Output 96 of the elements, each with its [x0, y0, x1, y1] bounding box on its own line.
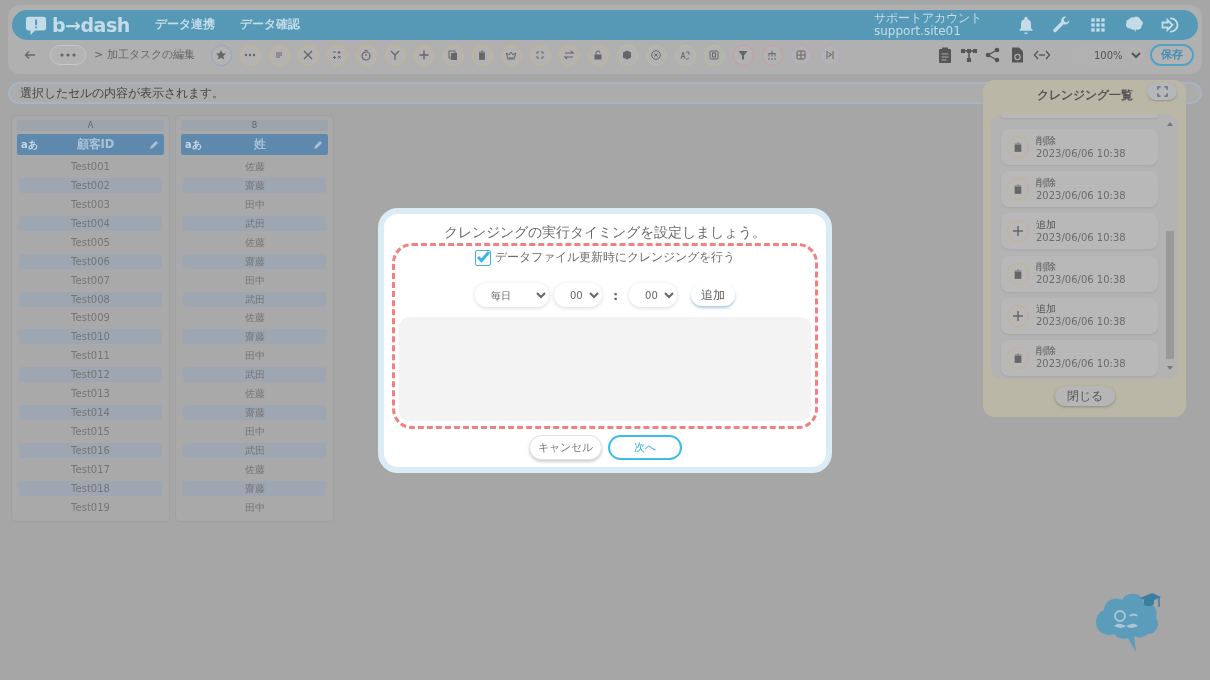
- bracket-icon[interactable]: [708, 49, 721, 61]
- back-arrow-icon[interactable]: [24, 49, 36, 61]
- action-label: 追加: [1036, 217, 1057, 231]
- table-cell[interactable]: 齋藤: [183, 405, 326, 421]
- table-cell[interactable]: Test014: [19, 405, 162, 421]
- crown-icon[interactable]: [505, 49, 518, 61]
- pencil-icon[interactable]: [312, 138, 324, 151]
- dialog-title: クレンジングの実行タイミングを設定しましょう。: [443, 223, 767, 242]
- table-cell[interactable]: Test016: [19, 443, 162, 458]
- login-icon[interactable]: [1160, 15, 1180, 35]
- breadcrumb: > 加工タスクの編集: [94, 46, 195, 63]
- table-cell[interactable]: 齋藤: [183, 329, 326, 345]
- clipboard-icon[interactable]: [936, 46, 954, 64]
- plus-icon: [1012, 309, 1024, 322]
- table-cell[interactable]: Test002: [19, 177, 162, 193]
- filter-icon[interactable]: [737, 49, 750, 61]
- close-button[interactable]: 閉じる: [1054, 386, 1115, 406]
- table-cell[interactable]: Test012: [19, 367, 162, 383]
- table-cell[interactable]: 齋藤: [183, 177, 326, 193]
- plus-icon: [1012, 225, 1024, 238]
- bell-icon[interactable]: [1016, 15, 1036, 35]
- checkbox-label: データファイル更新時にクレンジングを行う: [495, 249, 735, 267]
- type-label: aあ: [21, 138, 39, 152]
- next-button[interactable]: 次へ: [607, 435, 682, 461]
- timestamp: 2023/06/06 10:38: [1036, 315, 1126, 330]
- action-label: 削除: [1036, 260, 1057, 274]
- column-header[interactable]: aあ 顧客ID: [17, 134, 164, 155]
- merge-icon[interactable]: [389, 49, 402, 61]
- copy-icon[interactable]: [447, 49, 460, 61]
- pencil-icon[interactable]: [148, 138, 160, 151]
- column-name: 姓: [252, 135, 267, 153]
- minute-select[interactable]: 00: [629, 283, 678, 308]
- more-button[interactable]: [50, 45, 86, 65]
- time-separator: :: [612, 286, 619, 305]
- history-item[interactable]: 削除 2023/06/06 10:38: [1001, 255, 1158, 292]
- sitemap-icon[interactable]: [766, 49, 779, 61]
- trash-icon: [1012, 183, 1024, 196]
- column-name: 顧客ID: [75, 135, 116, 153]
- history-item[interactable]: 削除 2023/06/06 10:38: [1001, 171, 1158, 208]
- timestamp: 2023/06/06 10:38: [1036, 188, 1126, 203]
- speech-bubble-icon: [24, 14, 48, 36]
- trash-icon: [1012, 351, 1024, 364]
- action-label: 削除: [1036, 344, 1057, 358]
- panel-title: クレンジング一覧: [1035, 87, 1134, 101]
- timer-icon[interactable]: [360, 49, 373, 61]
- lock-icon[interactable]: [592, 49, 605, 61]
- timestamp: 2023/06/06 10:38: [1036, 357, 1126, 372]
- plus-icon[interactable]: [418, 49, 431, 61]
- type-label: aあ: [185, 138, 203, 152]
- table-cell[interactable]: 齋藤: [183, 480, 326, 496]
- star-icon[interactable]: [215, 49, 228, 61]
- history-item[interactable]: 追加 2023/06/06 10:38: [1001, 297, 1158, 334]
- nav-link[interactable]: データ確認: [239, 16, 300, 34]
- frequency-select[interactable]: 毎日: [474, 283, 549, 308]
- checkbox[interactable]: [475, 249, 491, 266]
- action-label: 追加: [1036, 302, 1057, 316]
- trash-icon: [1012, 267, 1024, 280]
- table-cell[interactable]: 齋藤: [183, 253, 326, 269]
- more-icon: [60, 53, 76, 57]
- trash-icon: [1012, 141, 1024, 153]
- apps-grid-icon[interactable]: [1088, 15, 1108, 35]
- timestamp: 2023/06/06 10:38: [1036, 230, 1126, 245]
- mascot-drawing: [1096, 590, 1162, 654]
- hour-select[interactable]: 00: [553, 283, 602, 308]
- cancel-button[interactable]: キャンセル: [528, 435, 602, 461]
- history-item[interactable]: 削除 2023/06/06 10:38: [1001, 129, 1158, 165]
- swap-icon[interactable]: [563, 49, 576, 61]
- wrench-icon[interactable]: [1052, 15, 1072, 35]
- add-button[interactable]: 追加: [691, 284, 736, 307]
- expand-button[interactable]: [1147, 83, 1177, 100]
- table-cell[interactable]: Test008: [19, 291, 162, 307]
- expand-icon: [1156, 86, 1168, 97]
- scissors-icon[interactable]: [302, 49, 315, 61]
- table-cell[interactable]: Test018: [19, 480, 162, 496]
- hierarchy-icon[interactable]: [960, 46, 978, 64]
- column-header[interactable]: aあ 姓: [181, 134, 328, 155]
- nav-link[interactable]: データ連携: [154, 16, 215, 34]
- table-cell[interactable]: Test010: [19, 329, 162, 345]
- action-label: 削除: [1036, 133, 1057, 147]
- action-label: 削除: [1036, 175, 1057, 189]
- history-item[interactable]: 追加 2023/06/06 10:38: [1001, 213, 1158, 250]
- column-letter[interactable]: B: [181, 120, 328, 131]
- logo-text: b→dash: [52, 12, 130, 38]
- cancel-icon[interactable]: [650, 49, 663, 61]
- history-item[interactable]: 削除 2023/06/06 10:38: [1001, 339, 1158, 376]
- table-icon[interactable]: [795, 49, 808, 61]
- timestamp: 2023/06/06 10:38: [1036, 146, 1126, 161]
- table-cell[interactable]: Test006: [19, 253, 162, 269]
- cube-icon[interactable]: [621, 49, 634, 61]
- table-cell[interactable]: Test004: [19, 215, 162, 231]
- save-button[interactable]: 保存: [1150, 44, 1194, 66]
- account-name: サポートアカウント support.site01: [874, 11, 982, 39]
- timestamp: 2023/06/06 10:38: [1036, 273, 1126, 288]
- compress-icon[interactable]: [534, 49, 547, 61]
- column-letter[interactable]: A: [17, 120, 164, 131]
- share-icon[interactable]: [984, 46, 1002, 64]
